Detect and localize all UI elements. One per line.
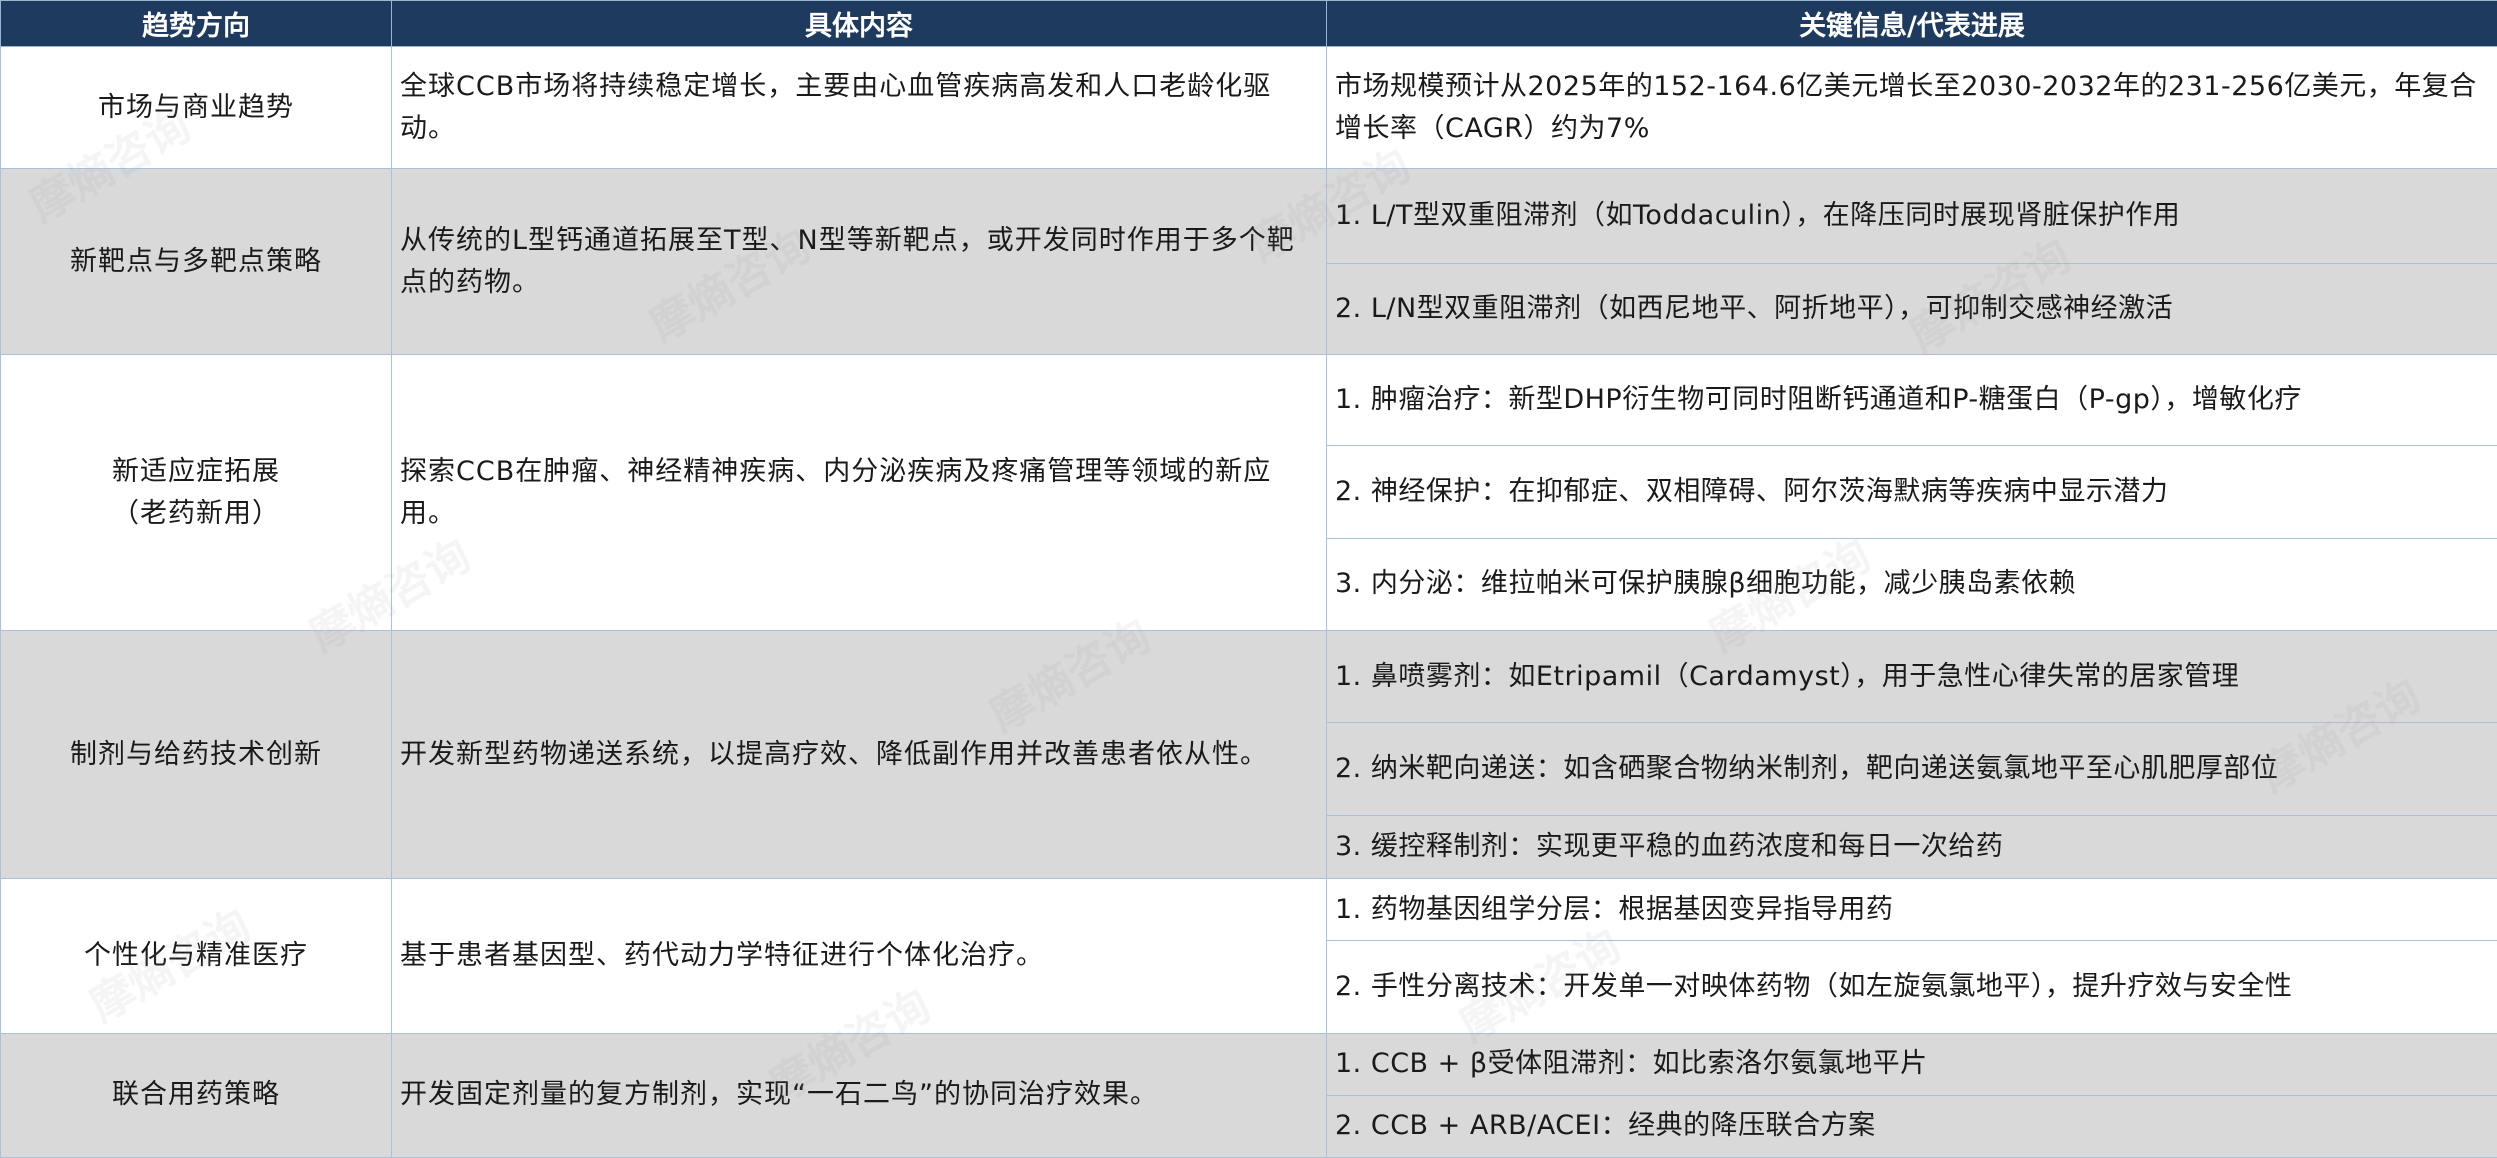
table-row: 制剂与给药技术创新 开发新型药物递送系统，以提高疗效、降低副作用并改善患者依从性… <box>0 630 2497 879</box>
direction-cell: 联合用药策略 <box>0 1032 392 1158</box>
key-info-cell: 3. 缓控释制剂：实现更平稳的血药浓度和每日一次给药 <box>1326 814 2497 879</box>
key-info-cell: 3. 内分泌：维拉帕米可保护胰腺β细胞功能，减少胰岛素依赖 <box>1326 537 2497 632</box>
direction-cell: 制剂与给药技术创新 <box>0 630 392 879</box>
table-row: 新适应症拓展 （老药新用） 探索CCB在肿瘤、神经精神疾病、内分泌疾病及疼痛管理… <box>0 354 2497 632</box>
ccb-trends-table: 趋势方向 具体内容 关键信息/代表进展 市场与商业趋势 全球CCB市场将持续稳定… <box>0 0 2497 1158</box>
content-cell: 探索CCB在肿瘤、神经精神疾病、内分泌疾病及疼痛管理等领域的新应用。 <box>391 354 1327 632</box>
table-row: 市场与商业趋势 全球CCB市场将持续稳定增长，主要由心血管疾病高发和人口老龄化驱… <box>0 45 2497 170</box>
key-info-cell: 2. 神经保护：在抑郁症、双相障碍、阿尔茨海默病等疾病中显示潜力 <box>1326 445 2497 539</box>
key-info-cell: 1. CCB + β受体阻滞剂：如比索洛尔氨氯地平片 <box>1326 1032 2497 1096</box>
direction-cell: 市场与商业趋势 <box>0 45 392 170</box>
table-row: 联合用药策略 开发固定剂量的复方制剂，实现“一石二鸟”的协同治疗效果。 1. C… <box>0 1032 2497 1158</box>
key-info-cell: 2. CCB + ARB/ACEI：经典的降压联合方案 <box>1326 1094 2497 1158</box>
content-cell: 从传统的L型钙通道拓展至T型、N型等新靶点，或开发同时作用于多个靶点的药物。 <box>391 168 1327 356</box>
key-info-cell: 2. L/N型双重阻滞剂（如西尼地平、阿折地平），可抑制交感神经激活 <box>1326 262 2497 356</box>
content-cell: 开发新型药物递送系统，以提高疗效、降低副作用并改善患者依从性。 <box>391 630 1327 879</box>
content-cell: 开发固定剂量的复方制剂，实现“一石二鸟”的协同治疗效果。 <box>391 1032 1327 1158</box>
header-key-info: 关键信息/代表进展 <box>1326 0 2497 47</box>
direction-line-1: 新适应症拓展 <box>112 455 280 487</box>
content-cell: 全球CCB市场将持续稳定增长，主要由心血管疾病高发和人口老龄化驱动。 <box>391 45 1327 170</box>
content-cell: 基于患者基因型、药代动力学特征进行个体化治疗。 <box>391 877 1327 1034</box>
key-info-cell: 市场规模预计从2025年的152-164.6亿美元增长至2030-2032年的2… <box>1326 45 2497 170</box>
table-header-row: 趋势方向 具体内容 关键信息/代表进展 <box>0 0 2497 47</box>
table-row: 个性化与精准医疗 基于患者基因型、药代动力学特征进行个体化治疗。 1. 药物基因… <box>0 877 2497 1034</box>
key-info-cell: 1. 药物基因组学分层：根据基因变异指导用药 <box>1326 877 2497 942</box>
table-row: 新靶点与多靶点策略 从传统的L型钙通道拓展至T型、N型等新靶点，或开发同时作用于… <box>0 168 2497 356</box>
key-info-cell: 2. 纳米靶向递送：如含硒聚合物纳米制剂，靶向递送氨氯地平至心肌肥厚部位 <box>1326 722 2497 816</box>
direction-line-2: （老药新用） <box>112 497 280 529</box>
header-content: 具体内容 <box>391 0 1327 47</box>
key-info-cell: 2. 手性分离技术：开发单一对映体药物（如左旋氨氯地平），提升疗效与安全性 <box>1326 940 2497 1034</box>
direction-cell: 新适应症拓展 （老药新用） <box>0 354 392 632</box>
key-info-cell: 1. 肿瘤治疗：新型DHP衍生物可同时阻断钙通道和P-糖蛋白（P-gp），增敏化… <box>1326 354 2497 447</box>
direction-cell: 新靶点与多靶点策略 <box>0 168 392 356</box>
direction-cell: 个性化与精准医疗 <box>0 877 392 1034</box>
key-info-cell: 1. L/T型双重阻滞剂（如Toddaculin），在降压同时展现肾脏保护作用 <box>1326 168 2497 264</box>
header-direction: 趋势方向 <box>0 0 392 47</box>
key-info-cell: 1. 鼻喷雾剂：如Etripamil（Cardamyst），用于急性心律失常的居… <box>1326 630 2497 724</box>
